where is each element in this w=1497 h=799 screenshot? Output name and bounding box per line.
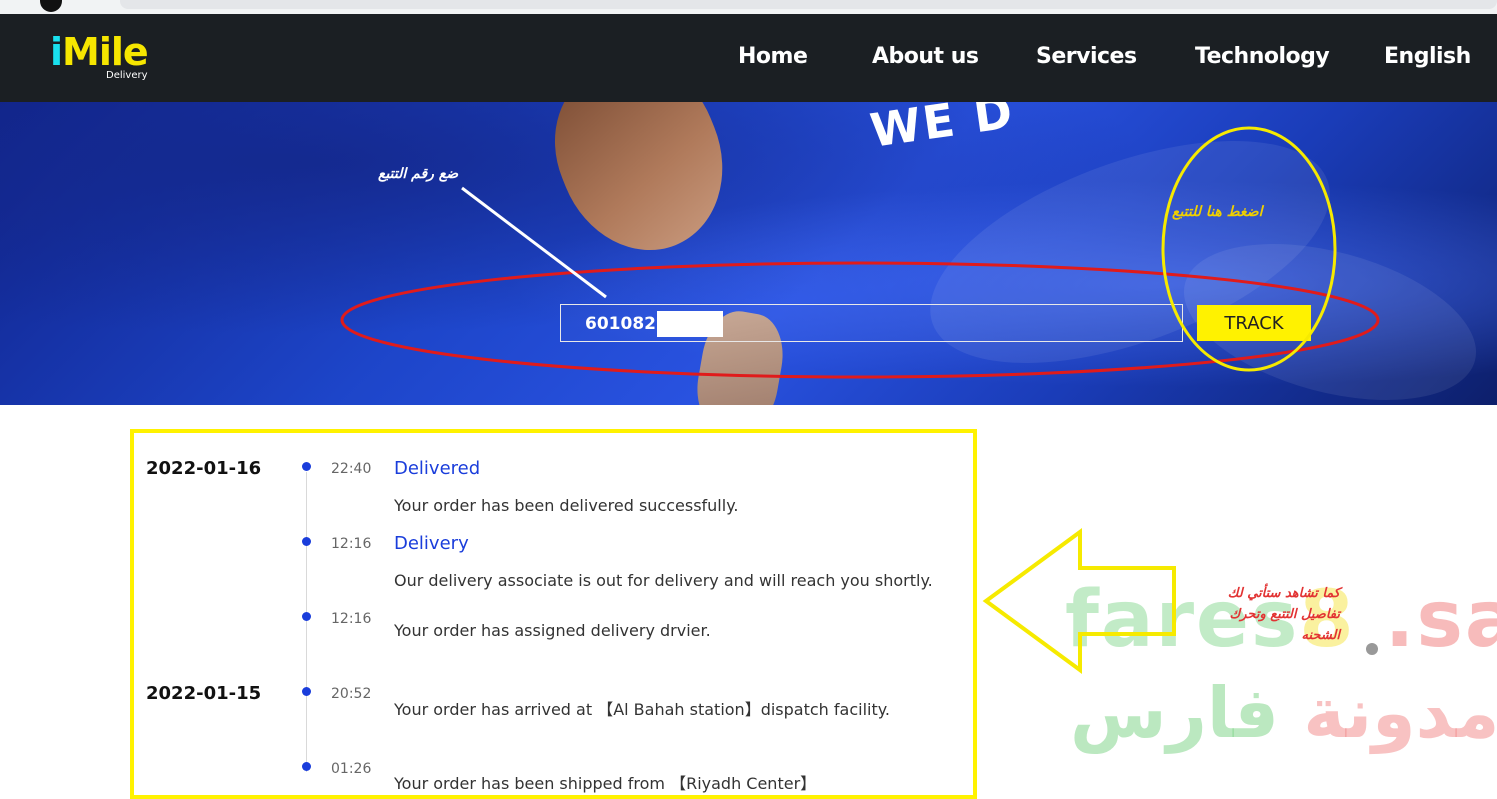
browser-strip <box>0 0 1497 14</box>
callout-line: كما تشاهد ستأتي لك <box>1227 586 1340 601</box>
watermark-arabic-word: مدونة <box>1303 672 1497 754</box>
browser-address-bar[interactable] <box>120 0 1497 9</box>
tracking-number-value[interactable]: 6010822 <box>585 314 668 334</box>
nav-home[interactable]: Home <box>738 44 808 69</box>
site-header: iMile Delivery Home About us Services Te… <box>0 14 1497 102</box>
timeline-highlight-box <box>130 429 977 799</box>
redaction-mask <box>657 311 723 337</box>
annotation-button-hint: اضغط هنا للتتبع <box>1172 204 1263 220</box>
nav-technology[interactable]: Technology <box>1195 44 1330 69</box>
watermark-arabic-word: فارس <box>1070 672 1280 754</box>
nav-language[interactable]: English <box>1384 44 1471 69</box>
callout-arrow <box>982 528 1176 674</box>
hero-bag-text: WE D <box>866 102 1018 158</box>
logo-wordmark: iMile <box>50 30 149 74</box>
annotation-input-hint: ضع رقم التتبع <box>378 166 459 182</box>
logo-mile: Mile <box>62 30 149 74</box>
hero-banner: WE D 6010822 TRACK ضع رقم التتبع اضغط هن… <box>0 102 1497 405</box>
callout-text: كما تشاهد ستأتي لك تفاصيل التتبع وتحرك ا… <box>1190 583 1340 646</box>
callout-line: تفاصيل التتبع وتحرك <box>1229 607 1340 622</box>
browser-profile-icon[interactable] <box>40 0 62 12</box>
imile-logo[interactable]: iMile Delivery <box>50 32 160 92</box>
watermark-arabic: مدونة فارس <box>1070 672 1497 754</box>
watermark-dot <box>1366 643 1378 655</box>
nav-services[interactable]: Services <box>1036 44 1137 69</box>
track-button[interactable]: TRACK <box>1197 305 1311 341</box>
nav-about-us[interactable]: About us <box>872 44 979 69</box>
callout-line: الشحنه <box>1301 628 1340 643</box>
callout-arrow-shape <box>982 528 1176 674</box>
logo-i: i <box>50 30 63 74</box>
logo-subtitle: Delivery <box>106 70 148 81</box>
hero-hand-image <box>530 102 750 276</box>
tracking-number-input[interactable]: 6010822 <box>560 304 1183 342</box>
